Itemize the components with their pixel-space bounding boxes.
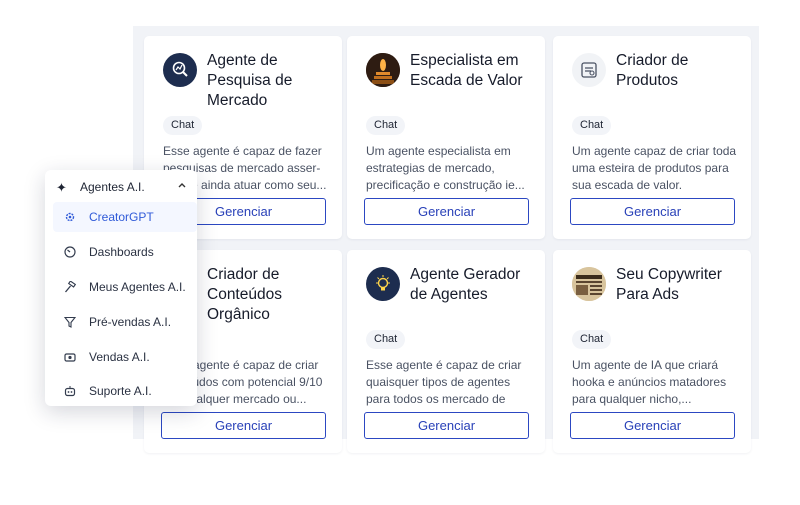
money-icon	[63, 350, 77, 364]
agent-title: Seu Copywriter Para Ads	[616, 266, 722, 303]
agent-card-copywriter-ads: Seu Copywriter Para Ads Chat Um agente d…	[553, 250, 751, 453]
menu-item-dashboards[interactable]: Dashboards	[53, 237, 197, 267]
chat-chip: Chat	[572, 330, 612, 349]
menu-item-label: Dashboards	[89, 245, 154, 259]
agents-grid-panel: Agente de Pesquisa de Mercado Chat Esse …	[133, 26, 759, 453]
agent-title: Especialista em Escada de Valor	[410, 52, 523, 89]
menu-item-meus-agentes[interactable]: Meus Agentes A.I.	[53, 272, 197, 302]
menu-item-label: CreatorGPT	[89, 210, 154, 224]
menu-item-label: Pré-vendas A.I.	[89, 315, 172, 329]
agent-title: Criador de Produtos	[616, 52, 689, 89]
menu-item-vendas[interactable]: Vendas A.I.	[53, 342, 197, 372]
menu-item-pre-vendas[interactable]: Pré-vendas A.I.	[53, 307, 197, 337]
menu-item-suporte[interactable]: Suporte A.I.	[53, 376, 197, 406]
sparkles-icon: ✦	[56, 180, 67, 195]
newspaper-icon	[572, 267, 606, 301]
agent-title: Agente Gerador de Agentes	[410, 266, 521, 303]
lightbulb-icon	[366, 267, 400, 301]
agent-card-escada-valor: Especialista em Escada de Valor Chat Um …	[347, 36, 545, 239]
menu-item-label: Suporte A.I.	[89, 384, 152, 398]
chat-chip: Chat	[366, 330, 406, 349]
agent-title: Agente de Pesquisa de Mercado	[207, 52, 293, 109]
agent-description: Um agente de IA que criará hooka e anúnc…	[572, 358, 727, 406]
agent-card-criador-produtos: Criador de Produtos Chat Um agente capaz…	[553, 36, 751, 239]
chat-chip: Chat	[163, 116, 203, 135]
manage-button[interactable]: Gerenciar	[570, 412, 735, 439]
agent-description: Um agente especialista em estrategias de…	[366, 144, 525, 192]
agent-description: Esse agente é capaz de criar quaisquer t…	[366, 358, 522, 406]
value-ladder-icon	[366, 53, 400, 87]
menu-item-label: Meus Agentes A.I.	[89, 280, 186, 294]
chevron-up-icon	[178, 183, 186, 188]
funnel-icon	[63, 315, 77, 329]
menu-header[interactable]: ✦ Agentes A.I.	[45, 175, 197, 201]
manage-button[interactable]: Gerenciar	[364, 412, 529, 439]
manage-button[interactable]: Gerenciar	[364, 198, 529, 225]
gauge-icon	[63, 245, 77, 259]
chat-chip: Chat	[572, 116, 612, 135]
chat-chip: Chat	[366, 116, 406, 135]
agent-description: Um agente capaz de criar toda uma esteir…	[572, 144, 737, 192]
magnifier-graph-icon	[163, 53, 197, 87]
agents-dropdown-menu: ✦ Agentes A.I. CreatorGPT Dashboards Meu…	[45, 170, 197, 406]
product-creator-icon	[572, 53, 606, 87]
menu-header-label: Agentes A.I.	[80, 180, 145, 194]
manage-button[interactable]: Gerenciar	[161, 412, 326, 439]
cog-icon	[63, 210, 77, 224]
menu-item-creatorgpt[interactable]: CreatorGPT	[53, 202, 197, 232]
menu-item-label: Vendas A.I.	[89, 350, 150, 364]
agent-title: Criador de Conteúdos Orgânico	[207, 266, 282, 323]
agent-card-gerador-agentes: Agente Gerador de Agentes Chat Esse agen…	[347, 250, 545, 453]
bot-icon	[63, 384, 77, 398]
manage-button[interactable]: Gerenciar	[570, 198, 735, 225]
hammer-icon	[63, 280, 77, 294]
